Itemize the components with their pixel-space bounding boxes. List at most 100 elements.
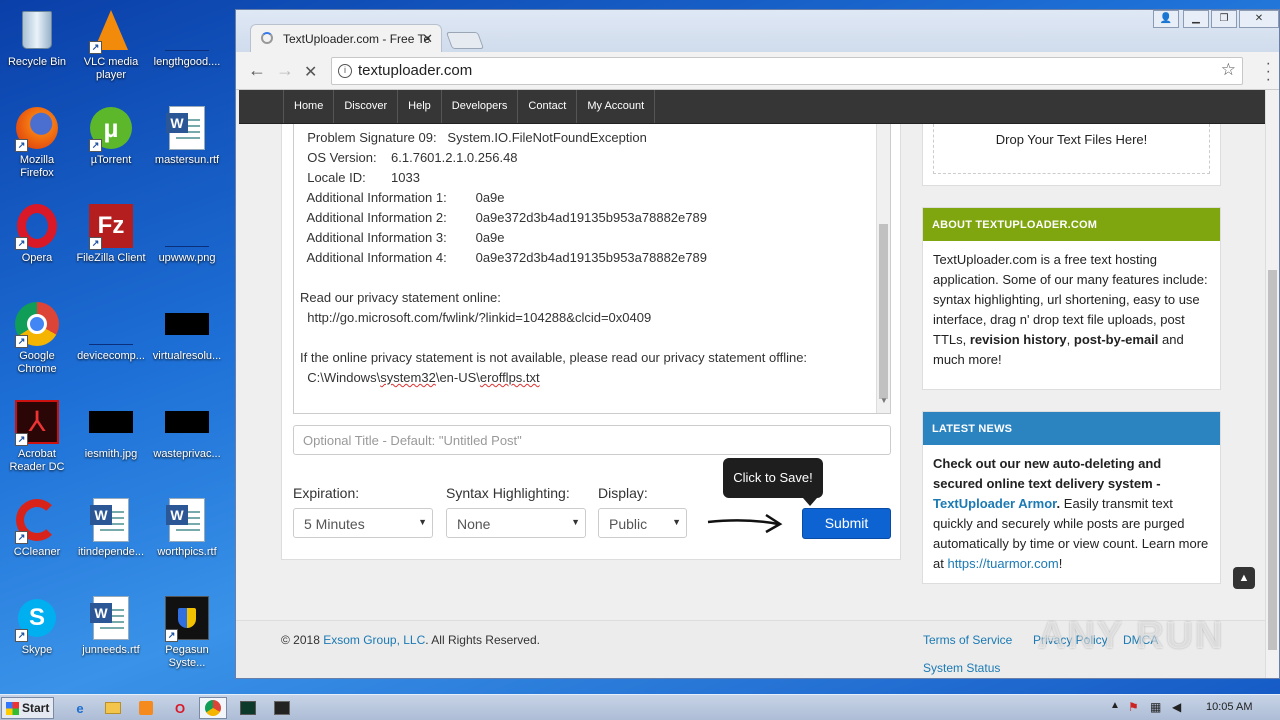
close-window-button[interactable]: ✕ [1239,10,1279,28]
desktop-icon-firefox[interactable]: ↗ Mozilla Firefox [0,106,74,180]
chrome-taskbar-icon[interactable] [199,697,227,719]
chevron-down-icon: ▼ [672,517,681,527]
address-bar[interactable]: i textuploader.com ☆ [331,57,1243,85]
nav-developers[interactable]: Developers [442,90,519,123]
scroll-to-top-button[interactable]: ▲ [1233,567,1255,589]
chevron-down-icon: ▼ [418,517,427,527]
desktop-icon-lengthgood[interactable]: lengthgood.... [150,8,224,69]
tray-expand-icon[interactable]: ▲ [1110,700,1120,711]
info-icon[interactable]: i [338,64,352,78]
desktop-icon-iesmith[interactable]: iesmith.jpg [74,400,148,461]
nav-home[interactable]: Home [283,90,335,123]
volume-icon[interactable]: ◀ [1172,700,1181,714]
start-button[interactable]: Start [1,697,54,719]
desktop-icon-devicecomp[interactable]: devicecomp... [74,302,148,363]
acrobat-icon: ⅄ ↗ [15,400,59,446]
scroll-down-icon[interactable]: ▼ [880,391,888,411]
minimize-button[interactable]: ▁ [1183,10,1209,28]
desktop-icon-skype[interactable]: S ↗ Skype [0,596,74,657]
arrow-icon [707,513,783,534]
word-doc-icon: W [165,498,209,542]
site-nav: Home Discover Help Developers Contact My… [239,90,1266,124]
desktop-icon-utorrent[interactable]: µ ↗ µTorrent [74,106,148,167]
paste-textarea[interactable]: Problem Signature 09: System.IO.FileNotF… [293,124,891,414]
desktop-icon-junneeds[interactable]: W junneeds.rtf [74,596,148,657]
back-icon[interactable]: ← [248,60,266,81]
syntax-select[interactable]: None ▼ [446,508,586,538]
desktop-icon-wasteprivac[interactable]: wasteprivac... [150,400,224,461]
copyright-text: © 2018 [281,633,324,647]
nav-contact[interactable]: Contact [518,90,578,123]
textarea-scrollbar[interactable]: ▼ [876,124,890,413]
filezilla-icon: Fz ↗ [89,204,133,250]
file-dropzone[interactable]: Drop Your Text Files Here! [933,124,1210,174]
desktop-icon-vlc[interactable]: ↗ VLC media player [74,8,148,82]
display-select[interactable]: Public ▼ [598,508,687,538]
path-part-misspelled: system32 [380,370,436,385]
new-tab-button[interactable] [445,32,485,49]
action-center-icon[interactable]: ⚑ [1128,700,1139,714]
system-status-link[interactable]: System Status [923,661,1000,675]
desktop-icon-itindepende[interactable]: W itindepende... [74,498,148,559]
tab-title: TextUploader.com - Free Te [283,32,431,46]
browser-tab[interactable]: TextUploader.com - Free Te ✕ [250,24,442,52]
profile-icon[interactable]: 👤 [1153,10,1179,28]
forward-icon[interactable]: → [276,60,294,81]
about-text: , [1066,332,1074,347]
scrollbar-thumb[interactable] [879,224,888,399]
page-viewport: Home Discover Help Developers Contact My… [236,90,1279,678]
explorer-taskbar-icon[interactable] [99,697,127,719]
page-scrollbar[interactable] [1265,90,1279,678]
tab-close-icon[interactable]: ✕ [422,31,433,47]
ccleaner-icon: ↗ [15,498,59,544]
skype-icon: S ↗ [15,596,59,642]
file-icon [165,400,209,444]
vlc-icon: ↗ [89,8,133,54]
restore-button[interactable]: ❐ [1211,10,1237,28]
syntax-label: Syntax Highlighting: [446,485,570,501]
ie-taskbar-icon[interactable]: e [66,697,94,719]
chrome-menu-icon[interactable]: · · · [1266,56,1271,88]
expiration-select[interactable]: 5 Minutes ▼ [293,508,433,538]
nav-discover[interactable]: Discover [334,90,399,123]
desktop-icon-upwww[interactable]: upwww.png [150,204,224,265]
syntax-value: None [457,516,491,532]
network-icon[interactable]: ▦ [1150,700,1161,714]
tuarmor-link[interactable]: https://tuarmor.com [947,556,1058,571]
title-input[interactable]: Optional Title - Default: "Untitled Post… [293,425,891,455]
file-icon [165,8,209,52]
paste-content: Problem Signature 09: System.IO.FileNotF… [300,128,890,368]
news-body: Check out our new auto-deleting and secu… [933,456,1209,571]
nav-my-account[interactable]: My Account [577,90,656,123]
desktop-icon-mastersun[interactable]: W mastersun.rtf [150,106,224,167]
word-doc-icon: W [165,106,209,150]
nav-help[interactable]: Help [398,90,442,123]
file-icon [165,302,209,346]
start-label: Start [22,701,50,715]
desktop-icon-filezilla[interactable]: Fz ↗ FileZilla Client [74,204,148,265]
chrome-icon: ↗ [15,302,59,348]
desktop-icon-opera[interactable]: ↗ Opera [0,204,74,265]
paste-line: Additional Information 4: 0a9e372d3b4ad1… [300,250,707,265]
paste-line: If the online privacy statement is not a… [300,350,808,365]
app-taskbar-icon[interactable] [234,697,262,719]
page-scrollbar-thumb[interactable] [1268,270,1277,650]
stop-icon[interactable]: ✕ [304,62,317,82]
desktop-icon-recycle-bin[interactable]: Recycle Bin [0,8,74,69]
terms-link[interactable]: Terms of Service [923,633,1012,647]
save-tooltip: Click to Save! [723,458,823,506]
desktop-icon-virtualresolu[interactable]: virtualresolu... [150,302,224,363]
desktop-icon-pegasun[interactable]: ↗ Pegasun Syste... [150,596,224,670]
app-taskbar-icon-2[interactable] [268,697,296,719]
submit-button[interactable]: Submit [802,508,891,539]
company-link[interactable]: Exsom Group, LLC [323,633,425,647]
media-player-taskbar-icon[interactable] [132,697,160,719]
bookmark-star-icon[interactable]: ☆ [1221,60,1236,80]
opera-taskbar-icon[interactable]: O [166,697,194,719]
clock[interactable]: 10:05 AM [1206,701,1252,713]
desktop-icon-ccleaner[interactable]: ↗ CCleaner [0,498,74,559]
desktop-icon-worthpics[interactable]: W worthpics.rtf [150,498,224,559]
desktop-icon-acrobat[interactable]: ⅄ ↗ Acrobat Reader DC [0,400,74,474]
armor-link[interactable]: TextUploader Armor [933,496,1057,511]
desktop-icon-chrome[interactable]: ↗ Google Chrome [0,302,74,376]
